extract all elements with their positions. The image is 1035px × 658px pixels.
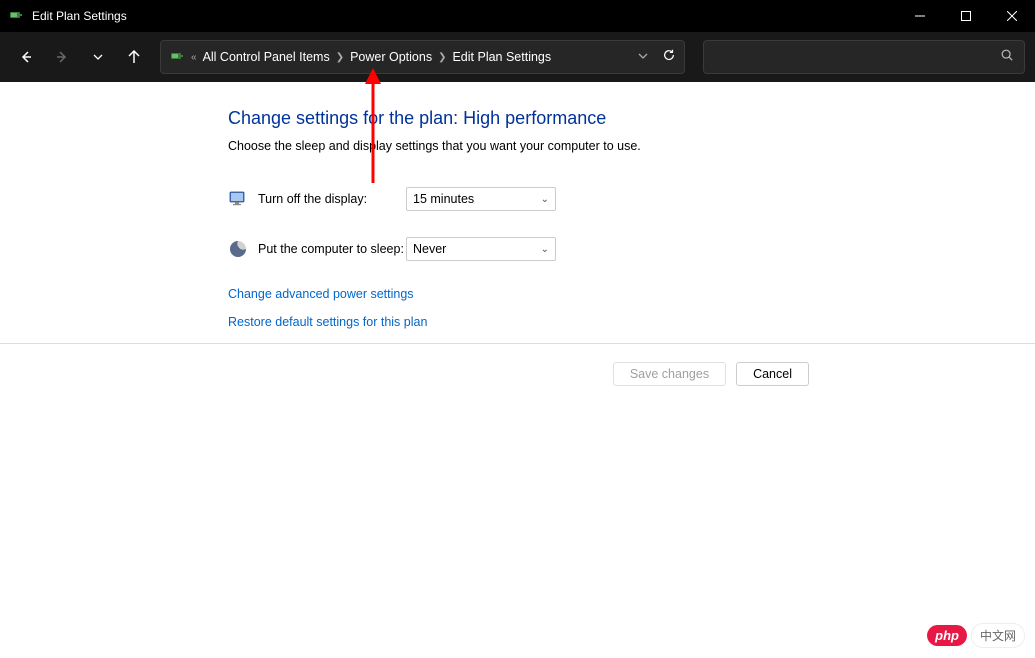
advanced-settings-link[interactable]: Change advanced power settings <box>228 287 1035 301</box>
app-icon <box>8 8 24 24</box>
maximize-button[interactable] <box>943 0 989 32</box>
forward-button[interactable] <box>46 41 78 73</box>
chevron-right-icon[interactable]: ❯ <box>438 52 446 63</box>
watermark: php 中文网 <box>927 623 1025 648</box>
breadcrumb-prefix-icon: « <box>191 52 197 63</box>
save-button[interactable]: Save changes <box>613 362 726 386</box>
setting-label: Turn off the display: <box>258 192 406 206</box>
breadcrumb-item[interactable]: All Control Panel Items <box>203 50 330 64</box>
setting-display-off: Turn off the display: 15 minutes ⌄ <box>228 187 1035 211</box>
setting-sleep: Put the computer to sleep: Never ⌄ <box>228 237 1035 261</box>
button-row: Save changes Cancel <box>0 344 1035 386</box>
cancel-button[interactable]: Cancel <box>736 362 809 386</box>
search-box[interactable] <box>703 40 1025 74</box>
address-dropdown[interactable] <box>638 48 648 66</box>
navbar: « All Control Panel Items ❯ Power Option… <box>0 32 1035 82</box>
page-description: Choose the sleep and display settings th… <box>228 139 1035 153</box>
chevron-down-icon: ⌄ <box>541 244 549 255</box>
up-button[interactable] <box>118 41 150 73</box>
page-heading: Change settings for the plan: High perfo… <box>228 108 1035 129</box>
moon-icon <box>228 239 248 259</box>
sleep-select[interactable]: Never ⌄ <box>406 237 556 261</box>
chevron-down-icon: ⌄ <box>541 194 549 205</box>
display-off-select[interactable]: 15 minutes ⌄ <box>406 187 556 211</box>
watermark-text: 中文网 <box>971 623 1025 648</box>
close-button[interactable] <box>989 0 1035 32</box>
restore-defaults-link[interactable]: Restore default settings for this plan <box>228 315 1035 329</box>
setting-label: Put the computer to sleep: <box>258 242 406 256</box>
breadcrumb-item[interactable]: Power Options <box>350 50 432 64</box>
window-controls <box>897 0 1035 32</box>
chevron-right-icon[interactable]: ❯ <box>336 52 344 63</box>
breadcrumb-item[interactable]: Edit Plan Settings <box>452 50 551 64</box>
address-bar[interactable]: « All Control Panel Items ❯ Power Option… <box>160 40 685 74</box>
monitor-icon <box>228 189 248 209</box>
search-icon <box>1000 48 1014 67</box>
minimize-button[interactable] <box>897 0 943 32</box>
watermark-badge: php <box>927 625 967 646</box>
control-panel-icon <box>169 49 185 65</box>
refresh-button[interactable] <box>662 48 676 67</box>
select-value: 15 minutes <box>413 192 474 206</box>
content-area: Change settings for the plan: High perfo… <box>0 82 1035 329</box>
select-value: Never <box>413 242 446 256</box>
recent-dropdown[interactable] <box>82 41 114 73</box>
titlebar: Edit Plan Settings <box>0 0 1035 32</box>
back-button[interactable] <box>10 41 42 73</box>
window-title: Edit Plan Settings <box>32 9 897 23</box>
